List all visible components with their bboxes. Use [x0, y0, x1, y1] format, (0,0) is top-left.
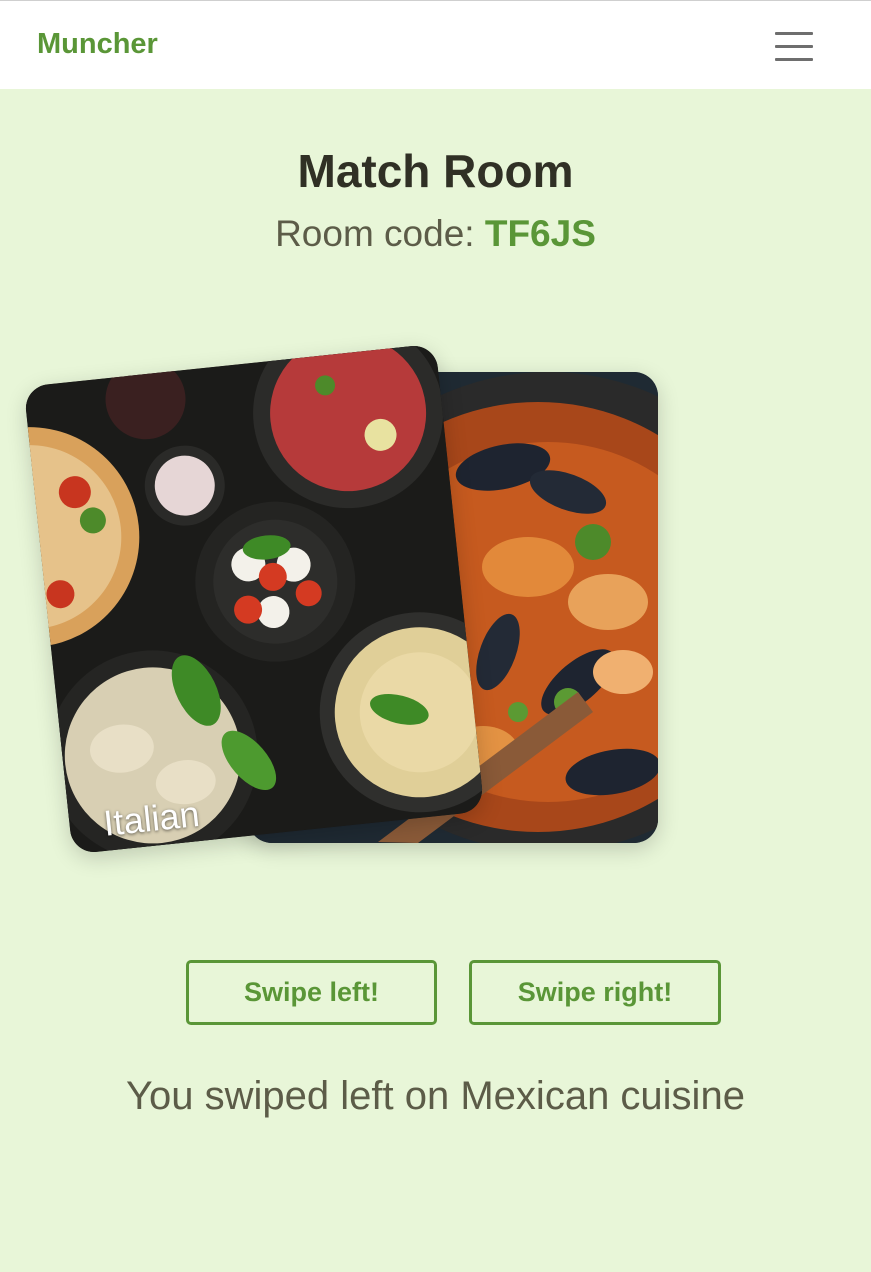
swipe-left-button[interactable]: Swipe left! — [186, 960, 437, 1025]
room-code-label: Room code: — [275, 213, 475, 254]
italian-food-image — [23, 343, 485, 855]
hamburger-icon[interactable] — [770, 26, 818, 66]
swipe-status-message: You swiped left on Mexican cuisine — [126, 1074, 745, 1118]
page-title: Match Room — [297, 145, 574, 197]
swipe-right-button[interactable]: Swipe right! — [469, 960, 721, 1025]
brand-logo[interactable]: Muncher — [37, 28, 158, 61]
cuisine-card-front[interactable]: Italian — [23, 343, 485, 855]
navbar: Muncher — [0, 0, 871, 89]
room-code-value: TF6JS — [484, 213, 596, 254]
room-code-line: Room code: TF6JS — [0, 213, 871, 255]
